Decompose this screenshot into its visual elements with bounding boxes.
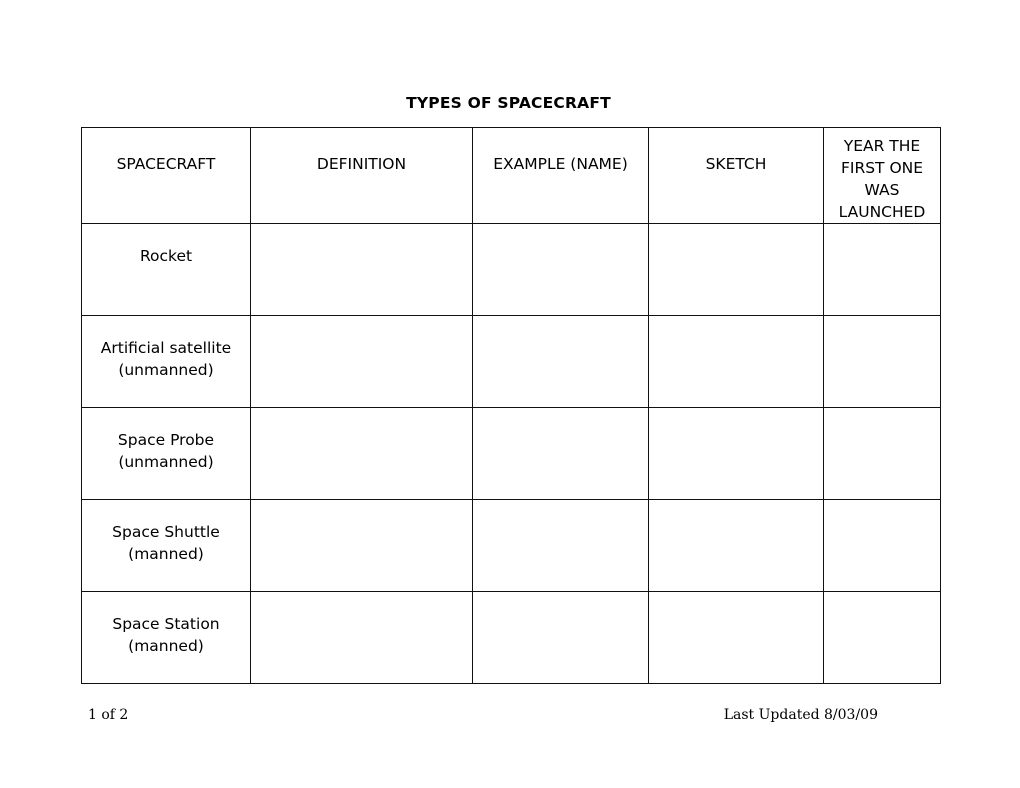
row-label-cell-artificial-satellite: Artificial satellite (unmanned) bbox=[81, 315, 251, 408]
cell-definition[interactable] bbox=[250, 499, 473, 592]
cell-example[interactable] bbox=[472, 407, 649, 500]
cell-value bbox=[251, 592, 472, 683]
cell-value bbox=[251, 408, 472, 499]
row-label-cell-space-station: Space Station (manned) bbox=[81, 591, 251, 684]
column-header-year-launched: YEAR THE FIRST ONE WAS LAUNCHED bbox=[823, 127, 941, 224]
footer-last-updated: Last Updated 8/03/09 bbox=[723, 707, 878, 723]
cell-value bbox=[473, 500, 648, 591]
table-row: Space Probe (unmanned) bbox=[81, 407, 941, 500]
table-header-row: SPACECRAFT DEFINITION EXAMPLE (NAME) SKE… bbox=[81, 127, 941, 224]
cell-definition[interactable] bbox=[250, 223, 473, 316]
cell-definition[interactable] bbox=[250, 591, 473, 684]
row-label: Space Probe (unmanned) bbox=[117, 431, 215, 471]
cell-definition[interactable] bbox=[250, 407, 473, 500]
cell-sketch[interactable] bbox=[648, 591, 824, 684]
row-label-cell-space-shuttle: Space Shuttle (manned) bbox=[81, 499, 251, 592]
column-header-sketch: SKETCH bbox=[648, 127, 824, 224]
cell-value bbox=[824, 500, 940, 591]
table-row: Space Station (manned) bbox=[81, 591, 941, 684]
column-header-label: DEFINITION bbox=[316, 155, 407, 173]
cell-value bbox=[824, 224, 940, 315]
page-title: TYPES OF SPACECRAFT bbox=[406, 94, 611, 112]
column-header-label: SPACECRAFT bbox=[116, 155, 216, 173]
cell-value bbox=[649, 592, 823, 683]
row-label: Space Shuttle (manned) bbox=[112, 523, 220, 563]
cell-value bbox=[473, 408, 648, 499]
table-row: Space Shuttle (manned) bbox=[81, 499, 941, 592]
cell-value bbox=[473, 592, 648, 683]
cell-sketch[interactable] bbox=[648, 223, 824, 316]
row-label: Space Station (manned) bbox=[112, 615, 220, 655]
cell-sketch[interactable] bbox=[648, 315, 824, 408]
cell-value bbox=[824, 408, 940, 499]
column-header-definition: DEFINITION bbox=[250, 127, 473, 224]
cell-value bbox=[649, 224, 823, 315]
cell-year[interactable] bbox=[823, 223, 941, 316]
cell-example[interactable] bbox=[472, 315, 649, 408]
cell-value bbox=[251, 224, 472, 315]
cell-sketch[interactable] bbox=[648, 499, 824, 592]
column-header-spacecraft: SPACECRAFT bbox=[81, 127, 251, 224]
table-row: Rocket bbox=[81, 223, 941, 316]
column-header-label: SKETCH bbox=[705, 155, 767, 173]
column-header-example: EXAMPLE (NAME) bbox=[472, 127, 649, 224]
footer-page-number: 1 of 2 bbox=[88, 707, 129, 723]
cell-year[interactable] bbox=[823, 407, 941, 500]
cell-value bbox=[649, 316, 823, 407]
cell-year[interactable] bbox=[823, 591, 941, 684]
row-label-cell-space-probe: Space Probe (unmanned) bbox=[81, 407, 251, 500]
row-label: Rocket bbox=[139, 247, 193, 265]
cell-value bbox=[824, 316, 940, 407]
cell-year[interactable] bbox=[823, 499, 941, 592]
cell-value bbox=[649, 500, 823, 591]
cell-example[interactable] bbox=[472, 591, 649, 684]
cell-year[interactable] bbox=[823, 315, 941, 408]
cell-example[interactable] bbox=[472, 223, 649, 316]
cell-value bbox=[473, 224, 648, 315]
table-row: Artificial satellite (unmanned) bbox=[81, 315, 941, 408]
document-page: TYPES OF SPACECRAFT SPACECRAFT DEFINITIO… bbox=[0, 0, 1020, 788]
cell-value bbox=[251, 316, 472, 407]
cell-value bbox=[824, 592, 940, 683]
cell-value bbox=[649, 408, 823, 499]
column-header-label: YEAR THE FIRST ONE WAS LAUNCHED bbox=[838, 137, 926, 221]
spacecraft-worksheet-table: SPACECRAFT DEFINITION EXAMPLE (NAME) SKE… bbox=[81, 127, 941, 684]
cell-value bbox=[473, 316, 648, 407]
cell-example[interactable] bbox=[472, 499, 649, 592]
page-footer: 1 of 2 Last Updated 8/03/09 bbox=[88, 706, 878, 724]
cell-definition[interactable] bbox=[250, 315, 473, 408]
cell-sketch[interactable] bbox=[648, 407, 824, 500]
row-label-cell-rocket: Rocket bbox=[81, 223, 251, 316]
cell-value bbox=[251, 500, 472, 591]
row-label: Artificial satellite (unmanned) bbox=[100, 339, 232, 379]
column-header-label: EXAMPLE (NAME) bbox=[493, 155, 628, 173]
